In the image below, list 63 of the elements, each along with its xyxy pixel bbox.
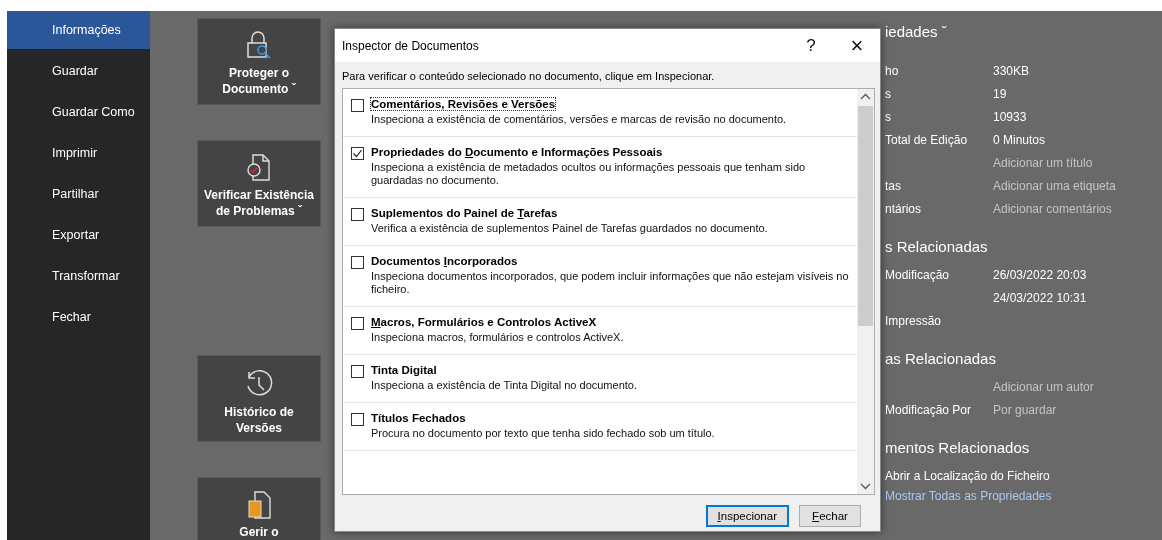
property-label: Total de Edição xyxy=(885,132,968,147)
option-title[interactable]: Comentários, Revisões e Versões xyxy=(371,98,556,110)
property-label: Modificação Por xyxy=(885,402,972,417)
option-description: Inspeciona a existência de metadados ocultos ou informações pessoais que tenham sido guardadas no documento. xyxy=(371,161,807,187)
tool-button[interactable]: Gerir o xyxy=(197,477,321,540)
checkbox[interactable] xyxy=(351,413,364,426)
property-label: Abrir a Localização do Ficheiro xyxy=(885,468,1050,483)
tool-button[interactable]: Verificar Existência de Problemas ˇ xyxy=(197,140,321,227)
dialog-button[interactable]: Inspecionar xyxy=(705,505,789,527)
property-label: ntários xyxy=(885,201,922,216)
checkbox[interactable] xyxy=(351,317,364,330)
section-heading: mentos Relacionados xyxy=(885,439,1031,456)
property-label: Impressão xyxy=(885,313,942,328)
option-title[interactable]: Macros, Formulários e Controlos ActiveX xyxy=(371,316,597,328)
option-title[interactable]: Suplementos do Painel de Tarefas xyxy=(371,207,558,219)
sidebar-item[interactable]: Fechar xyxy=(7,298,150,336)
option-description: Inspeciona documentos incorporados, que podem incluir informações que não estejam visíveis no ficheiro. xyxy=(371,270,849,296)
help-button[interactable]: ? xyxy=(788,29,834,62)
checkbox[interactable] xyxy=(351,208,364,221)
option-title[interactable]: Tinta Digital xyxy=(371,364,437,376)
sidebar-item[interactable]: Guardar Como xyxy=(7,93,150,131)
property-label: tas xyxy=(885,178,901,193)
property-value: 330KB xyxy=(993,63,1030,78)
sidebar-item[interactable]: Guardar xyxy=(7,52,150,90)
tool-button[interactable]: Histórico de Versões xyxy=(197,355,321,442)
documents-icon xyxy=(246,490,272,520)
dialog-button[interactable]: Fechar xyxy=(799,505,861,527)
scrollbar[interactable] xyxy=(857,89,874,494)
option-description: Verifica a existência de suplementos Painel de Tarefas guardados no documento. xyxy=(371,222,768,235)
property-value: 24/03/2022 10:31 xyxy=(993,290,1087,305)
dialog-title: Inspector de Documentos xyxy=(342,38,480,53)
checkbox[interactable] xyxy=(351,147,364,160)
document-check-icon xyxy=(246,153,272,183)
section-heading: s Relacionadas xyxy=(885,238,989,255)
close-button[interactable]: × xyxy=(834,29,880,62)
sidebar-item[interactable]: Imprimir xyxy=(7,134,150,172)
property-value: 19 xyxy=(993,86,1007,101)
option-description: Inspeciona a existência de Tinta Digital no documento. xyxy=(371,379,637,392)
option-title[interactable]: Propriedades do Documento e Informações Pessoais xyxy=(371,146,663,158)
option-title[interactable]: Documentos Incorporados xyxy=(371,255,518,267)
option-title[interactable]: Títulos Fechados xyxy=(371,412,466,424)
option-description: Inspeciona a existência de comentários, versões e marcas de revisão no documento. xyxy=(371,113,787,126)
property-label: s xyxy=(885,86,891,101)
checkbox[interactable] xyxy=(351,256,364,269)
sidebar-item[interactable]: Partilhar xyxy=(7,175,150,213)
section-heading[interactable]: iedades ˇ xyxy=(885,23,1160,45)
property-value: 26/03/2022 20:03 xyxy=(993,267,1087,282)
option-description: Procura no documento por texto que tenha sido fechado sob um título. xyxy=(371,427,715,440)
property-value: 0 Minutos xyxy=(993,132,1046,147)
sidebar-item[interactable]: Transformar xyxy=(7,257,150,295)
checkbox[interactable] xyxy=(351,365,364,378)
tool-button[interactable]: Proteger o Documento ˇ xyxy=(197,18,321,105)
property-label: ho xyxy=(885,63,899,78)
checkbox[interactable] xyxy=(351,99,364,112)
property-label: s xyxy=(885,109,891,124)
property-label: Modificação xyxy=(885,267,950,282)
option-description: Inspeciona macros, formulários e controlos ActiveX. xyxy=(371,331,624,344)
sidebar-item[interactable]: Exportar xyxy=(7,216,150,254)
instruction-text: Para verificar o conteúdo selecionado no documento, clique em Inspecionar. xyxy=(341,69,716,84)
section-heading: as Relacionadas xyxy=(885,350,997,367)
sidebar-item[interactable]: Informações xyxy=(7,11,150,49)
property-value: 10933 xyxy=(993,109,1027,124)
lock-key-icon xyxy=(245,31,273,61)
